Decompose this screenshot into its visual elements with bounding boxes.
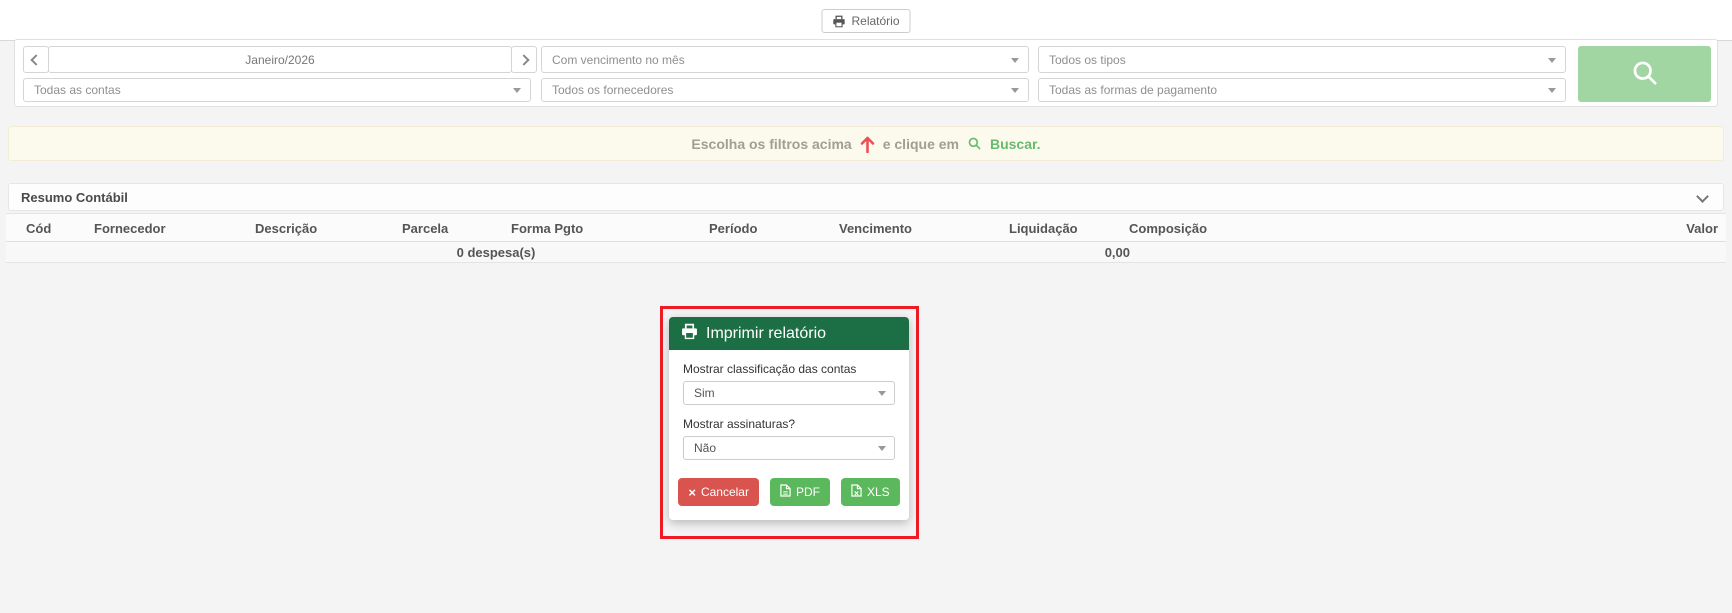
table-header-row: Cód Fornecedor Descrição Parcela Forma P… <box>6 213 1726 242</box>
xls-file-icon <box>851 484 862 500</box>
select-caret-icon <box>1011 88 1019 93</box>
select-caret-icon <box>1011 57 1019 63</box>
select-caret-icon <box>878 391 886 396</box>
due-date-filter-value: Com vencimento no mês <box>552 52 685 67</box>
signatures-value: Não <box>694 441 717 455</box>
up-arrow-icon <box>860 135 875 153</box>
modal-title: Imprimir relatório <box>706 324 827 342</box>
modal-header: Imprimir relatório <box>669 317 909 350</box>
chevron-left-icon <box>30 53 42 66</box>
notice-bar: Escolha os filtros acima e clique em Bus… <box>8 126 1724 161</box>
select-caret-icon <box>513 88 521 93</box>
chevron-right-icon <box>518 53 530 66</box>
report-button[interactable]: Relatório <box>821 9 911 33</box>
filter-card: Janeiro/2026 Com vencimento no mês Todos… <box>14 39 1718 107</box>
column-header-parcela: Parcela <box>402 221 449 236</box>
printer-icon <box>681 323 698 345</box>
report-button-label: Relatório <box>851 14 900 28</box>
total-value: 0,00 <box>1104 245 1130 260</box>
column-header-cod: Cód <box>26 221 52 236</box>
column-header-descricao: Descrição <box>255 221 318 236</box>
search-icon <box>1630 58 1660 91</box>
pdf-file-icon <box>780 484 791 500</box>
search-icon-small <box>967 136 982 151</box>
table-totals-row: 0 despesa(s) 0,00 <box>6 242 1726 263</box>
column-header-periodo: Período <box>709 221 758 236</box>
column-header-valor: Valor <box>1686 221 1718 236</box>
buscar-label: Buscar. <box>989 135 1041 152</box>
signatures-label: Mostrar assinaturas? <box>683 417 796 431</box>
period-input[interactable]: Janeiro/2026 <box>48 46 512 73</box>
type-filter-value: Todos os tipos <box>1049 52 1126 67</box>
column-header-forma-pgto: Forma Pgto <box>511 221 584 236</box>
select-caret-icon <box>1548 88 1556 93</box>
previous-month-button[interactable] <box>23 46 49 73</box>
pdf-button-label: PDF <box>795 485 820 499</box>
close-icon: × <box>688 484 696 500</box>
notice-text-2: e clique em <box>882 135 959 152</box>
modal-button-row: × Cancelar PDF XLS <box>678 478 900 506</box>
classification-value: Sim <box>694 386 715 400</box>
accounts-filter-select[interactable]: Todas as contas <box>23 78 531 102</box>
classification-label: Mostrar classificação das contas <box>683 362 857 376</box>
top-bar: Relatório <box>0 0 1732 41</box>
chevron-down-icon[interactable] <box>1696 190 1709 203</box>
suppliers-filter-value: Todos os fornecedores <box>552 83 674 97</box>
modal-body: Mostrar classificação das contas Sim Mos… <box>669 350 909 520</box>
next-month-button[interactable] <box>511 46 537 73</box>
select-caret-icon <box>878 446 886 451</box>
search-button[interactable] <box>1578 46 1711 102</box>
suppliers-filter-select[interactable]: Todos os fornecedores <box>541 78 1029 102</box>
summary-section-bar[interactable]: Resumo Contábil <box>8 183 1724 211</box>
xls-button[interactable]: XLS <box>840 478 900 506</box>
page: { "toolbar": { "report_button": "Relatór… <box>0 0 1732 613</box>
period-value: Janeiro/2026 <box>245 52 315 67</box>
pdf-button[interactable]: PDF <box>769 478 830 506</box>
accounts-filter-value: Todas as contas <box>34 83 121 97</box>
select-caret-icon <box>1548 57 1556 63</box>
type-filter-select[interactable]: Todos os tipos <box>1038 46 1566 73</box>
column-header-vencimento: Vencimento <box>839 221 912 236</box>
payment-filter-select[interactable]: Todas as formas de pagamento <box>1038 78 1566 102</box>
expense-count: 0 despesa(s) <box>456 245 536 260</box>
classification-select[interactable]: Sim <box>683 381 895 405</box>
signatures-select[interactable]: Não <box>683 436 895 460</box>
column-header-fornecedor: Fornecedor <box>94 221 166 236</box>
due-date-filter-select[interactable]: Com vencimento no mês <box>541 46 1029 73</box>
xls-button-label: XLS <box>866 485 890 499</box>
notice-text-1: Escolha os filtros acima <box>691 135 852 152</box>
payment-filter-value: Todas as formas de pagamento <box>1049 83 1218 97</box>
column-header-liquidacao: Liquidação <box>1009 221 1078 236</box>
printer-icon <box>832 15 845 28</box>
column-header-composicao: Composição <box>1129 221 1208 236</box>
cancel-button[interactable]: × Cancelar <box>678 478 759 506</box>
cancel-button-label: Cancelar <box>700 485 749 499</box>
print-report-modal: Imprimir relatório Mostrar classificação… <box>669 317 909 520</box>
summary-title: Resumo Contábil <box>21 189 128 205</box>
